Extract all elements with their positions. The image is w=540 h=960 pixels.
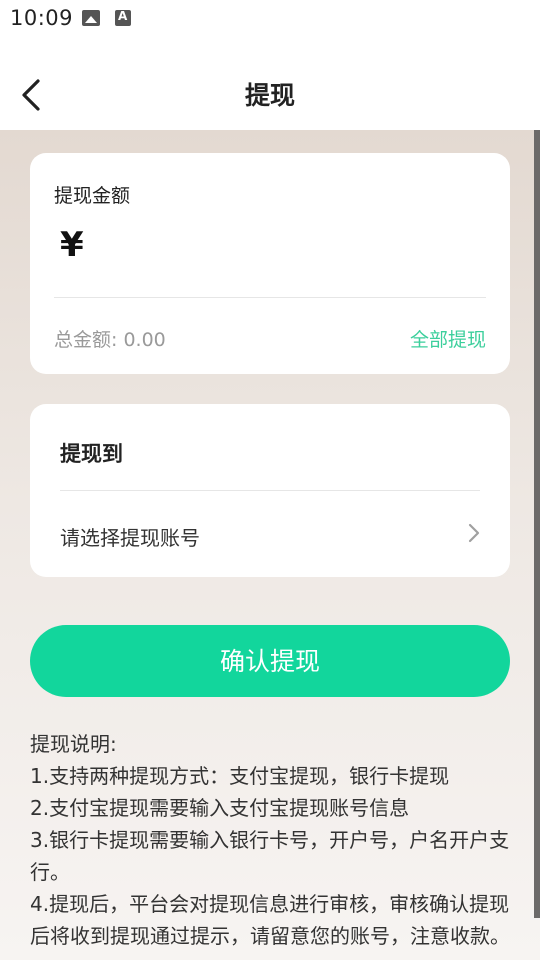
content-area: 提现金额 ¥ 总金额: 0.00 全部提现 提现到 请选择提现账号 确认提现 提… <box>0 130 540 960</box>
amount-divider <box>54 297 486 298</box>
gallery-icon <box>82 10 100 26</box>
chevron-right-icon <box>468 523 480 543</box>
notes-item: 2.支付宝提现需要输入支付宝提现账号信息 <box>30 796 410 820</box>
page-title: 提现 <box>244 81 295 110</box>
select-account-label: 请选择提现账号 <box>60 526 200 550</box>
currency-symbol: ¥ <box>60 225 84 265</box>
font-icon <box>115 9 131 26</box>
destination-divider <box>60 490 480 491</box>
notes-title: 提现说明: <box>30 732 117 756</box>
withdraw-all-link[interactable]: 全部提现 <box>410 325 486 352</box>
confirm-withdraw-button[interactable]: 确认提现 <box>30 625 510 697</box>
amount-input[interactable] <box>104 229 488 267</box>
destination-title: 提现到 <box>60 442 123 466</box>
select-account-row[interactable]: 请选择提现账号 <box>30 504 510 564</box>
status-time: 10:09 <box>10 6 74 30</box>
destination-card: 提现到 请选择提现账号 <box>30 404 510 577</box>
notes-item: 4.提现后，平台会对提现信息进行审核，审核确认提现后将收到提现通过提示，请留意您… <box>30 892 510 948</box>
title-bar: 提现 <box>0 40 540 130</box>
notes-item: 3.银行卡提现需要输入银行卡号，开户号，户名开户支行。 <box>30 828 510 884</box>
amount-card: 提现金额 ¥ 总金额: 0.00 全部提现 <box>30 153 510 374</box>
amount-label: 提现金额 <box>54 185 131 207</box>
total-amount: 总金额: 0.00 <box>54 329 166 351</box>
scroll-edge <box>534 130 540 918</box>
notes-item: 1.支持两种提现方式：支付宝提现，银行卡提现 <box>30 764 450 788</box>
status-bar: 10:09 <box>0 0 540 40</box>
withdraw-notes: 提现说明: 1.支持两种提现方式：支付宝提现，银行卡提现 2.支付宝提现需要输入… <box>30 728 516 952</box>
